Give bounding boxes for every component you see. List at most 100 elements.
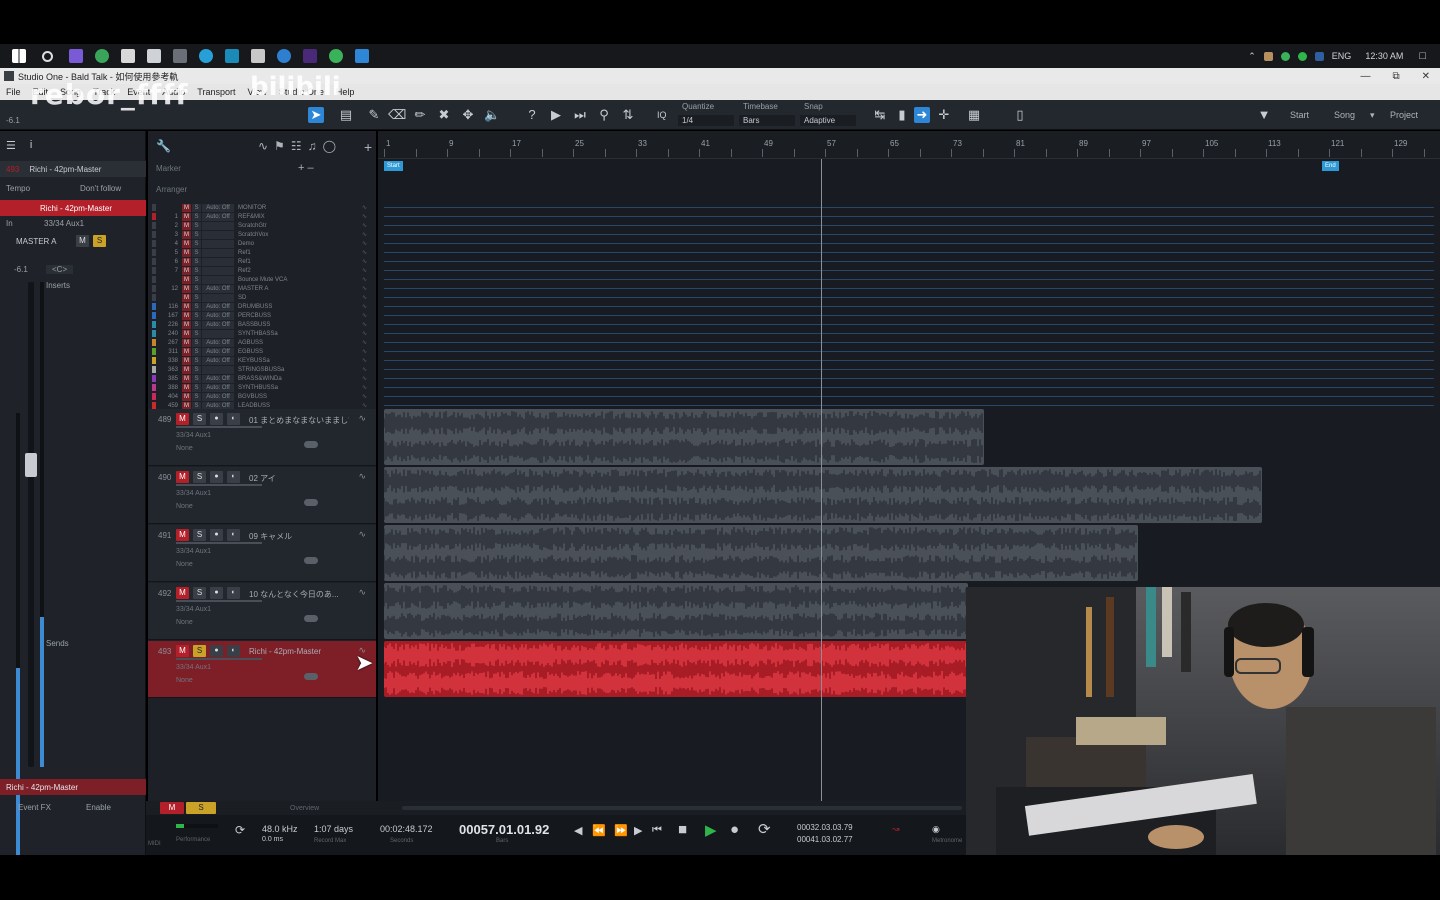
add-track-icon[interactable]: + bbox=[364, 139, 372, 155]
stop-icon[interactable]: ■ bbox=[678, 821, 687, 838]
tray-icon-2[interactable] bbox=[1314, 51, 1324, 61]
range-tool-icon[interactable]: ▤ bbox=[338, 107, 354, 123]
pan-value[interactable]: <C> bbox=[46, 264, 74, 274]
track-solo-button[interactable]: S bbox=[193, 645, 206, 657]
track-mute-button[interactable]: M bbox=[176, 645, 189, 657]
folder-track-row[interactable]: 385 M S Auto: Off BRASS&WINDa ∿ bbox=[152, 374, 372, 383]
metronome-toggle-icon[interactable]: ◉ bbox=[932, 824, 940, 835]
monitor-toggle[interactable] bbox=[304, 499, 318, 506]
folder-track-row[interactable]: M S SD ∿ bbox=[152, 293, 372, 302]
language-indicator[interactable]: ENG bbox=[1332, 51, 1352, 61]
monitor-icon[interactable]: ◐ bbox=[227, 529, 240, 541]
notification-icon[interactable]: □ bbox=[1419, 50, 1426, 62]
folder-track-row[interactable]: 4 M S Demo ∿ bbox=[152, 239, 372, 248]
record-arm-icon[interactable]: ● bbox=[210, 587, 223, 599]
folder-solo-button[interactable]: S bbox=[192, 203, 201, 212]
track-volume-slider[interactable] bbox=[176, 600, 262, 602]
monitor-toggle[interactable] bbox=[304, 673, 318, 680]
folder-mute-button[interactable]: M bbox=[182, 248, 191, 257]
folder-automation-mode[interactable] bbox=[202, 365, 234, 374]
inserts-label[interactable]: Inserts bbox=[46, 281, 70, 290]
start-button[interactable]: Start bbox=[1290, 110, 1309, 120]
volume-fader-handle[interactable] bbox=[25, 453, 37, 477]
folder-track-row[interactable]: 3 M S ScratchVox ∿ bbox=[152, 230, 372, 239]
app-icon-7[interactable] bbox=[225, 49, 239, 63]
folder-mute-button[interactable]: M bbox=[182, 311, 191, 320]
folder-track-name[interactable]: STRINGSBUSSa bbox=[238, 367, 362, 373]
listen-tool-icon[interactable]: 🔈 bbox=[484, 107, 500, 123]
folder-automation-mode[interactable] bbox=[202, 329, 234, 338]
folder-mute-button[interactable]: M bbox=[182, 329, 191, 338]
folder-solo-button[interactable]: S bbox=[192, 257, 201, 266]
clock[interactable]: 12:30 AM bbox=[1365, 51, 1403, 61]
folder-automation-mode[interactable] bbox=[202, 266, 234, 275]
folder-track-row[interactable]: 311 M S Auto: Off EGBUSS ∿ bbox=[152, 347, 372, 356]
snap-select[interactable]: Adaptive bbox=[800, 115, 856, 126]
folder-solo-button[interactable]: S bbox=[192, 302, 201, 311]
folder-mute-button[interactable]: M bbox=[182, 347, 191, 356]
windows-start-icon[interactable] bbox=[12, 49, 26, 63]
folder-track-name[interactable]: Ref2 bbox=[238, 268, 362, 274]
folder-track-row[interactable]: 1 M S Auto: Off REF&MIX ∿ bbox=[152, 212, 372, 221]
folder-track-name[interactable]: Ref1 bbox=[238, 250, 362, 256]
track-volume-slider[interactable] bbox=[176, 484, 262, 486]
folder-mute-button[interactable]: M bbox=[182, 257, 191, 266]
folder-track-row[interactable]: 116 M S Auto: Off DRUMBUSS ∿ bbox=[152, 302, 372, 311]
folder-track-row[interactable]: 12 M S Auto: Off MASTER A ∿ bbox=[152, 284, 372, 293]
app-icon-9[interactable] bbox=[277, 49, 291, 63]
monitor-icon[interactable]: ◐ bbox=[227, 471, 240, 483]
overview-label[interactable]: Overview bbox=[290, 805, 319, 812]
track-solo-button[interactable]: S bbox=[193, 413, 206, 425]
inspector-menu-icon[interactable]: ☰ bbox=[6, 139, 16, 152]
iq-label[interactable]: IQ bbox=[657, 110, 667, 120]
folder-automation-mode[interactable] bbox=[202, 248, 234, 257]
folder-mute-button[interactable]: M bbox=[182, 212, 191, 221]
fast-forward-icon[interactable]: ⏩ bbox=[614, 824, 628, 837]
folder-automation-mode[interactable] bbox=[202, 257, 234, 266]
folder-mute-button[interactable]: M bbox=[182, 230, 191, 239]
wrench-icon[interactable]: 🔧 bbox=[156, 139, 171, 153]
app-icon-4[interactable] bbox=[147, 49, 161, 63]
folder-solo-button[interactable]: S bbox=[192, 329, 201, 338]
sends-label[interactable]: Sends bbox=[46, 639, 69, 648]
folder-solo-button[interactable]: S bbox=[192, 284, 201, 293]
output-select[interactable]: MASTER A bbox=[6, 237, 76, 246]
start-marker[interactable]: Start bbox=[384, 161, 403, 171]
end-marker[interactable]: End bbox=[1322, 161, 1339, 171]
minimize-icon[interactable]: — bbox=[1360, 71, 1370, 82]
rewind-icon[interactable]: ⏪ bbox=[592, 824, 606, 837]
project-button[interactable]: Project bbox=[1390, 110, 1418, 120]
folder-track-name[interactable]: EGBUSS bbox=[238, 349, 362, 355]
folder-track-row[interactable]: 6 M S Ref1 ∿ bbox=[152, 257, 372, 266]
track-output-select[interactable]: 33/34 Aux1 bbox=[176, 548, 211, 555]
folder-automation-mode[interactable] bbox=[202, 275, 234, 284]
folder-automation-mode[interactable]: Auto: Off bbox=[202, 203, 234, 212]
timebase-select[interactable]: Bars bbox=[739, 115, 795, 126]
folder-track-row[interactable]: 226 M S Auto: Off BASSBUSS ∿ bbox=[152, 320, 372, 329]
forward-marker-icon[interactable]: ▶ bbox=[634, 824, 642, 837]
monitor-icon[interactable]: ◐ bbox=[227, 645, 240, 657]
paint-tool-icon[interactable]: ✏ bbox=[412, 107, 428, 123]
app-icon-3[interactable] bbox=[121, 49, 135, 63]
track-input-select[interactable]: None bbox=[176, 561, 193, 568]
info-icon[interactable]: i bbox=[30, 139, 32, 151]
quantize-select[interactable]: 1/4 bbox=[678, 115, 734, 126]
loop-icon[interactable]: ⟳ bbox=[758, 820, 771, 838]
automation-tools-icon[interactable]: ∿⚑☷♫◯ bbox=[258, 139, 342, 153]
play-icon[interactable]: ▶ bbox=[705, 821, 717, 839]
mute-tool-icon[interactable]: ✖ bbox=[436, 107, 452, 123]
folder-track-name[interactable]: ScratchGtr bbox=[238, 223, 362, 229]
folder-track-name[interactable]: AGBUSS bbox=[238, 340, 362, 346]
track-volume-slider[interactable] bbox=[176, 426, 262, 428]
menu-file[interactable]: File bbox=[0, 87, 27, 97]
folder-mute-button[interactable]: M bbox=[182, 302, 191, 311]
search-icon[interactable] bbox=[42, 50, 53, 62]
track-mute-button[interactable]: M bbox=[176, 413, 189, 425]
audio-clip[interactable] bbox=[384, 409, 984, 465]
folder-track-name[interactable]: Ref1 bbox=[238, 259, 362, 265]
snap-events-icon[interactable]: ▮ bbox=[894, 107, 910, 123]
loop-start[interactable]: 00032.03.03.79 bbox=[797, 823, 853, 832]
track-solo-button[interactable]: S bbox=[193, 587, 206, 599]
folder-track-row[interactable]: M S Auto: Off MONITOR ∿ bbox=[152, 203, 372, 212]
folder-track-name[interactable]: MONITOR bbox=[238, 205, 362, 211]
